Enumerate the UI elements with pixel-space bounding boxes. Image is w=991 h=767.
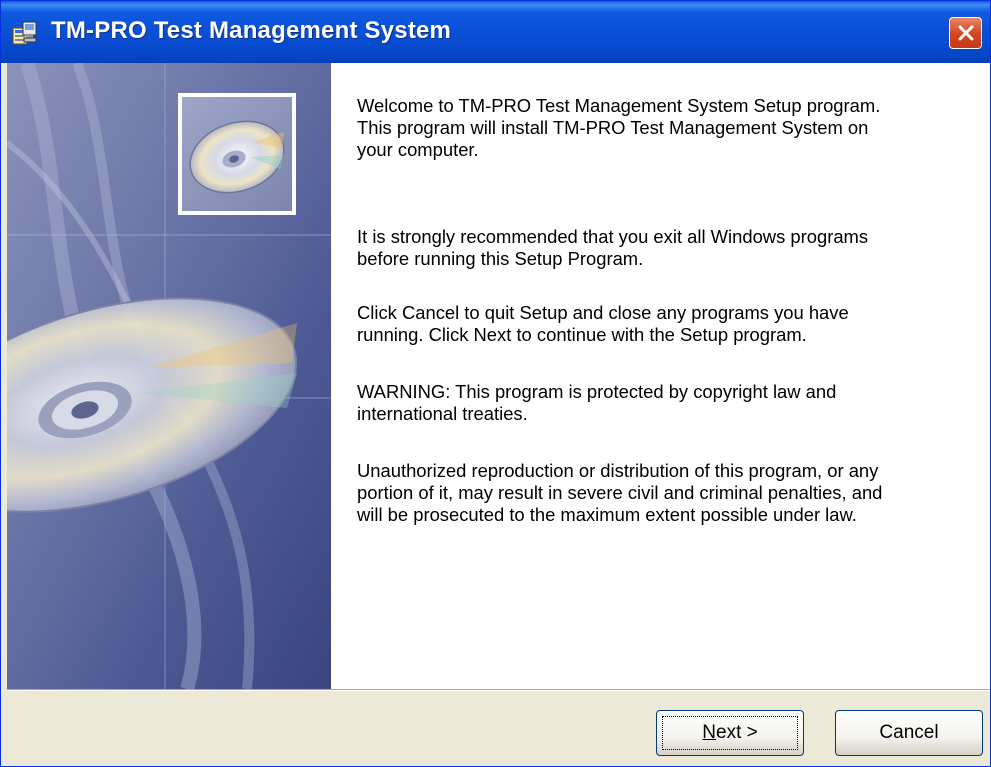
window-title: TM-PRO Test Management System xyxy=(51,17,452,44)
button-divider xyxy=(7,689,990,691)
warning-text: WARNING: This program is protected by co… xyxy=(357,381,837,424)
exit-programs-text: It is strongly recommended that you exit… xyxy=(357,226,869,269)
setup-banner-image xyxy=(7,63,331,689)
welcome-content: Welcome to TM-PRO Test Management System… xyxy=(331,63,990,689)
cancel-next-text: Click Cancel to quit Setup and close any… xyxy=(357,302,849,345)
cancel-button-label: Cancel xyxy=(879,722,939,743)
installer-icon xyxy=(12,20,38,46)
setup-window: TM-PRO Test Management System Welcome to… xyxy=(0,0,991,767)
close-button[interactable] xyxy=(949,17,982,49)
next-button[interactable]: Next > xyxy=(656,710,804,756)
cancel-button[interactable]: Cancel xyxy=(835,710,983,756)
next-mnemonic: N xyxy=(702,722,716,743)
next-label-rest: ext > xyxy=(716,722,758,743)
unauthorized-text: Unauthorized reproduction or distributio… xyxy=(357,460,883,525)
cd-thumbnail-icon xyxy=(178,93,296,215)
title-bar[interactable]: TM-PRO Test Management System xyxy=(1,1,990,63)
welcome-text: Welcome to TM-PRO Test Management System… xyxy=(357,95,881,160)
next-button-label: Next > xyxy=(657,722,803,744)
